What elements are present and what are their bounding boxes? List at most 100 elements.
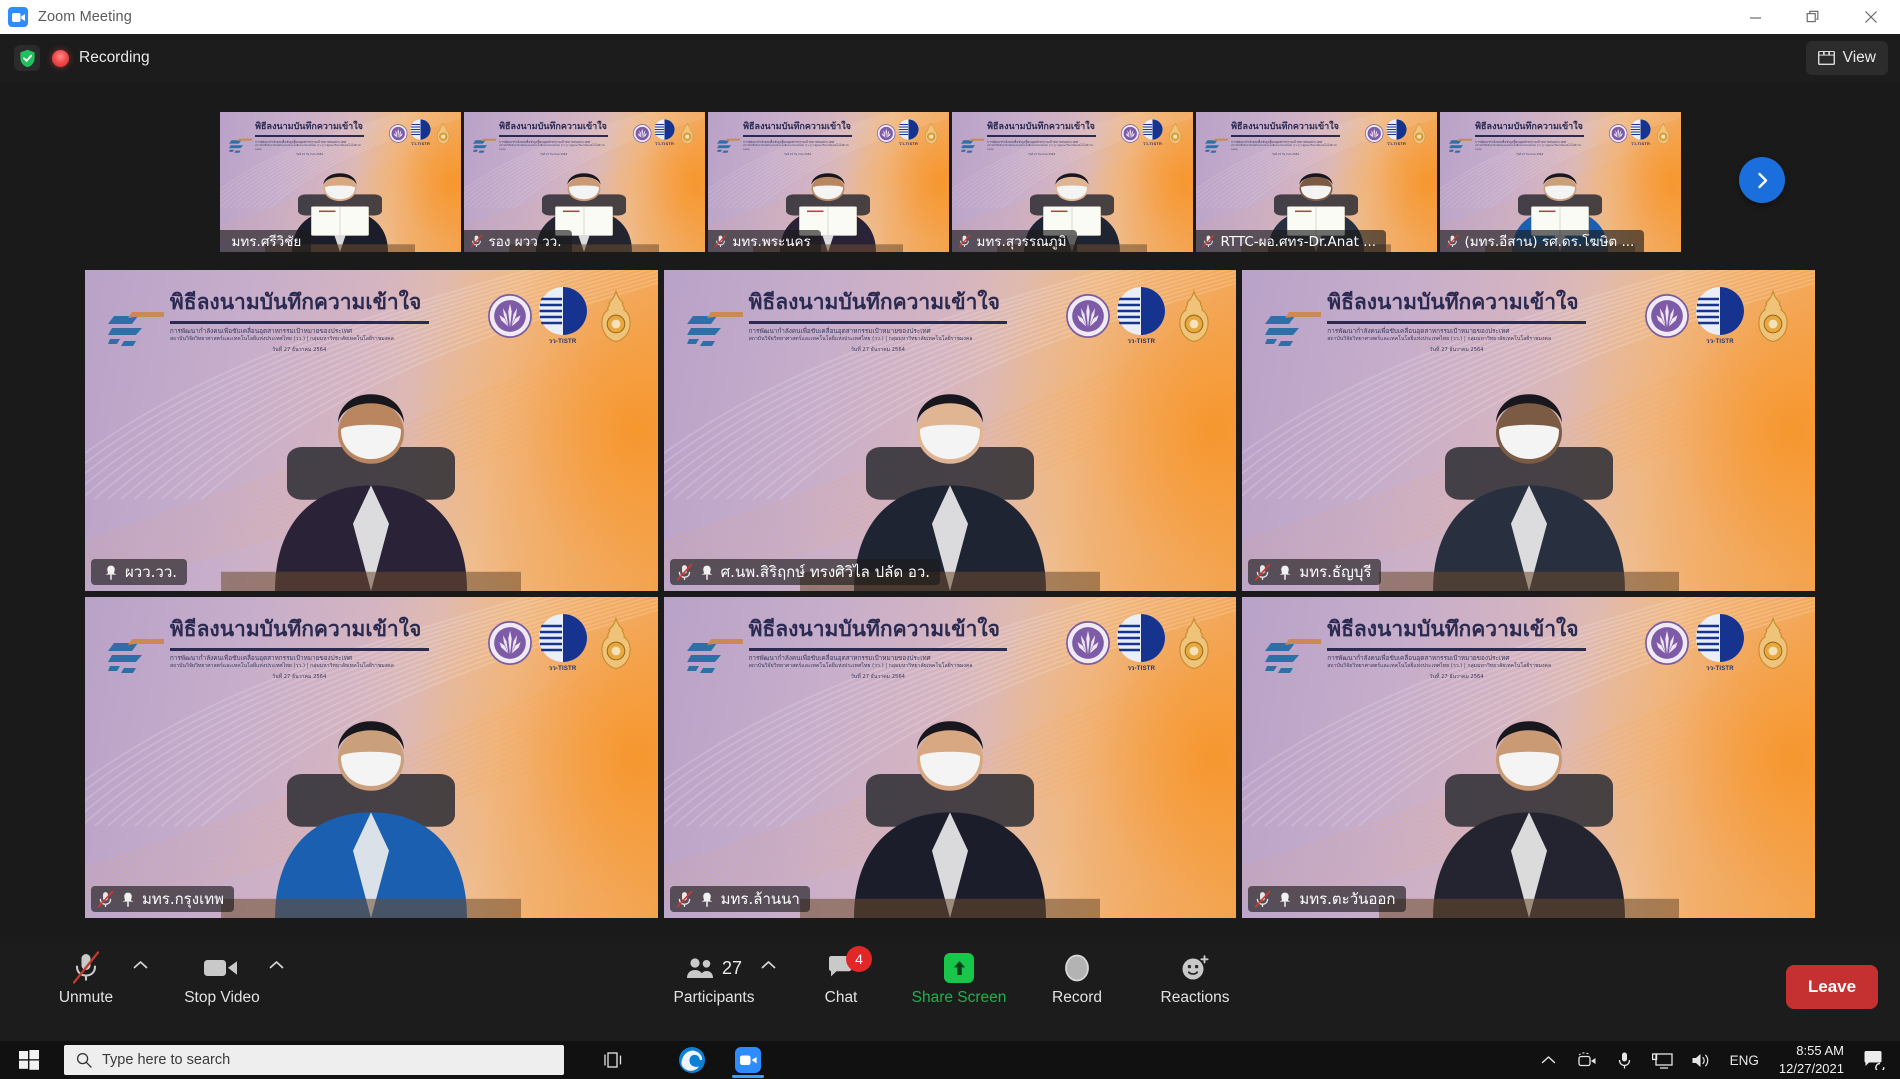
windows-start-icon[interactable]	[0, 1041, 58, 1079]
thumbnail-strip: พิธีลงนามบันทึกความเข้าใจ การพัฒนากำลังค…	[0, 112, 1900, 252]
task-view-icon[interactable]	[586, 1041, 642, 1079]
thumbnail-tile[interactable]: พิธีลงนามบันทึกความเข้าใจ การพัฒนากำลังค…	[464, 112, 705, 252]
camera-icon	[203, 949, 241, 987]
thumbnail-tile[interactable]: พิธีลงนามบันทึกความเข้าใจ การพัฒนากำลังค…	[1196, 112, 1437, 252]
rmut-logo-icon	[1609, 123, 1627, 144]
banner-title: พิธีลงนามบันทึกความเข้าใจ	[255, 119, 364, 133]
microphone-tray-icon[interactable]	[1606, 1041, 1644, 1079]
thumbnail-name-tag: มทร.สุวรรณภูมิ	[952, 230, 1077, 252]
banner-heading: พิธีลงนามบันทึกความเข้าใจ การพัฒนากำลังค…	[687, 613, 1008, 681]
reactions-label: Reactions	[1161, 989, 1230, 1007]
grid-view-icon	[1818, 51, 1835, 65]
stop-video-button[interactable]: Stop Video	[154, 949, 290, 1021]
banner-heading: พิธีลงนามบันทึกความเข้าใจ การพัฒนากำลังค…	[108, 613, 429, 681]
participant-mic-state	[1254, 563, 1271, 581]
participants-label: Participants	[674, 989, 755, 1007]
thumbnail-tile[interactable]: พิธีลงนามบันทึกความเข้าใจ การพัฒนากำลังค…	[220, 112, 461, 252]
rmut-logo-icon	[633, 123, 651, 144]
reactions-button[interactable]: Reactions	[1136, 949, 1254, 1021]
encryption-shield-icon[interactable]	[14, 45, 40, 71]
tistr-logo-caption: วว-TISTR	[1706, 663, 1734, 673]
mic-muted-icon	[676, 890, 693, 908]
banner-heading: พิธีลงนามบันทึกความเข้าใจ การพัฒนากำลังค…	[473, 119, 608, 156]
rmut-logo-icon	[1121, 123, 1139, 144]
meeting-toolbar: Unmute Stop Video	[0, 937, 1900, 1041]
taskbar-clock[interactable]: 8:55 AM 12/27/2021	[1769, 1042, 1854, 1077]
participant-video-figure	[221, 678, 521, 918]
chat-button[interactable]: 4 Chat	[782, 949, 900, 1021]
audio-options-caret[interactable]	[133, 957, 148, 975]
participant-video-figure	[800, 678, 1100, 918]
participant-name: มทร.ล้านนา	[721, 887, 800, 911]
participant-pin-state	[120, 891, 136, 908]
participant-tile[interactable]: พิธีลงนามบันทึกความเข้าใจ การพัฒนากำลังค…	[664, 597, 1237, 918]
toolbar-center-group: 27 Participants 4 Chat	[646, 949, 1254, 1021]
banner-rule	[170, 648, 429, 651]
video-options-caret[interactable]	[269, 957, 284, 975]
next-page-button[interactable]	[1739, 157, 1785, 203]
participant-tile[interactable]: พิธีลงนามบันทึกความเข้าใจ การพัฒนากำลังค…	[1242, 597, 1815, 918]
rmut-logo-icon	[488, 291, 532, 341]
pin-icon	[103, 564, 119, 581]
thumbnail-tile[interactable]: พิธีลงนามบันทึกความเข้าใจ การพัฒนากำลังค…	[1440, 112, 1681, 252]
toolbar-left-group: Unmute Stop Video	[18, 949, 290, 1021]
camera-tray-icon[interactable]	[1568, 1041, 1606, 1079]
banner-rule	[743, 135, 852, 137]
participant-tile[interactable]: พิธีลงนามบันทึกความเข้าใจ การพัฒนากำลังค…	[85, 270, 658, 591]
share-screen-button[interactable]: Share Screen	[900, 949, 1018, 1021]
participant-name: มทร.ตะวันออก	[1299, 887, 1395, 911]
tistr-logo-icon	[538, 613, 588, 663]
restore-button[interactable]	[1784, 0, 1842, 34]
banner-logos: วว-TISTR	[1645, 613, 1795, 673]
participant-tile[interactable]: พิธีลงนามบันทึกความเข้าใจ การพัฒนากำลังค…	[85, 597, 658, 918]
thumbnail-name: RTTC-ผอ.ศทร-Dr.Anat ...	[1221, 230, 1377, 252]
banner-mark-icon	[1265, 308, 1323, 354]
participant-mic-state	[676, 563, 693, 581]
participant-tile[interactable]: พิธีลงนามบันทึกความเข้าใจ การพัฒนากำลังค…	[1242, 270, 1815, 591]
tistr-logo-caption: วว-TISTR	[1127, 663, 1155, 673]
royal-emblem-icon	[594, 614, 638, 673]
banner-subtitle-2: สถาบันวิจัยวิทยาศาสตร์และเทคโนโลยีแห่งปร…	[1327, 336, 1586, 344]
record-button[interactable]: Record	[1018, 949, 1136, 1021]
rmut-logo-icon	[1365, 123, 1383, 144]
leave-button[interactable]: Leave	[1786, 965, 1878, 1009]
royal-emblem-icon	[1166, 121, 1184, 146]
thumbnail-name-tag: รอง ผวว วว.	[464, 230, 572, 252]
display-tray-icon[interactable]	[1644, 1041, 1682, 1079]
participant-pin-state	[699, 564, 715, 581]
banner-title: พิธีลงนามบันทึกความเข้าใจ	[749, 286, 1008, 319]
participant-mic-state	[676, 890, 693, 908]
banner-rule	[1231, 135, 1340, 137]
zoom-app-icon[interactable]	[720, 1041, 776, 1079]
tray-expand-button[interactable]	[1530, 1041, 1568, 1079]
thumbnail-tile[interactable]: พิธีลงนามบันทึกความเข้าใจ การพัฒนากำลังค…	[952, 112, 1193, 252]
language-indicator[interactable]: ENG	[1720, 1053, 1769, 1068]
volume-tray-icon[interactable]	[1682, 1041, 1720, 1079]
thumbnail-tile[interactable]: พิธีลงนามบันทึกความเข้าใจ การพัฒนากำลังค…	[708, 112, 949, 252]
participant-name: ศ.นพ.สิริฤกษ์ ทรงศิวิไล ปลัด อว.	[721, 560, 930, 584]
banner-heading: พิธีลงนามบันทึกความเข้าใจ การพัฒนากำลังค…	[1265, 286, 1586, 354]
close-button[interactable]	[1842, 0, 1900, 34]
unmute-button[interactable]: Unmute	[18, 949, 154, 1021]
banner-rule	[1327, 321, 1586, 324]
notification-center-icon[interactable]	[1854, 1041, 1894, 1079]
banner-logos: วว-TISTR	[1121, 119, 1184, 147]
banner-heading: พิธีลงนามบันทึกความเข้าใจ การพัฒนากำลังค…	[961, 119, 1096, 156]
minimize-button[interactable]	[1726, 0, 1784, 34]
banner-subtitle-2: สถาบันวิจัยวิทยาศาสตร์และเทคโนโลยีแห่งปร…	[1475, 144, 1584, 152]
search-input[interactable]: Type here to search	[64, 1045, 564, 1075]
record-label: Record	[1052, 989, 1102, 1007]
participants-button[interactable]: 27 Participants	[646, 949, 782, 1021]
microsoft-edge-icon[interactable]	[664, 1041, 720, 1079]
participants-options-caret[interactable]	[761, 957, 776, 975]
tistr-logo-caption: วว-TISTR	[1143, 140, 1162, 147]
window-controls	[1726, 0, 1900, 34]
banner-rule	[749, 321, 1008, 324]
royal-emblem-icon	[594, 287, 638, 346]
participant-tile[interactable]: พิธีลงนามบันทึกความเข้าใจ การพัฒนากำลังค…	[664, 270, 1237, 591]
participant-pin-state	[699, 891, 715, 908]
view-button[interactable]: View	[1806, 41, 1888, 75]
banner-title: พิธีลงนามบันทึกความเข้าใจ	[499, 119, 608, 133]
banner-rule	[499, 135, 608, 137]
rmut-logo-icon	[1645, 618, 1689, 668]
